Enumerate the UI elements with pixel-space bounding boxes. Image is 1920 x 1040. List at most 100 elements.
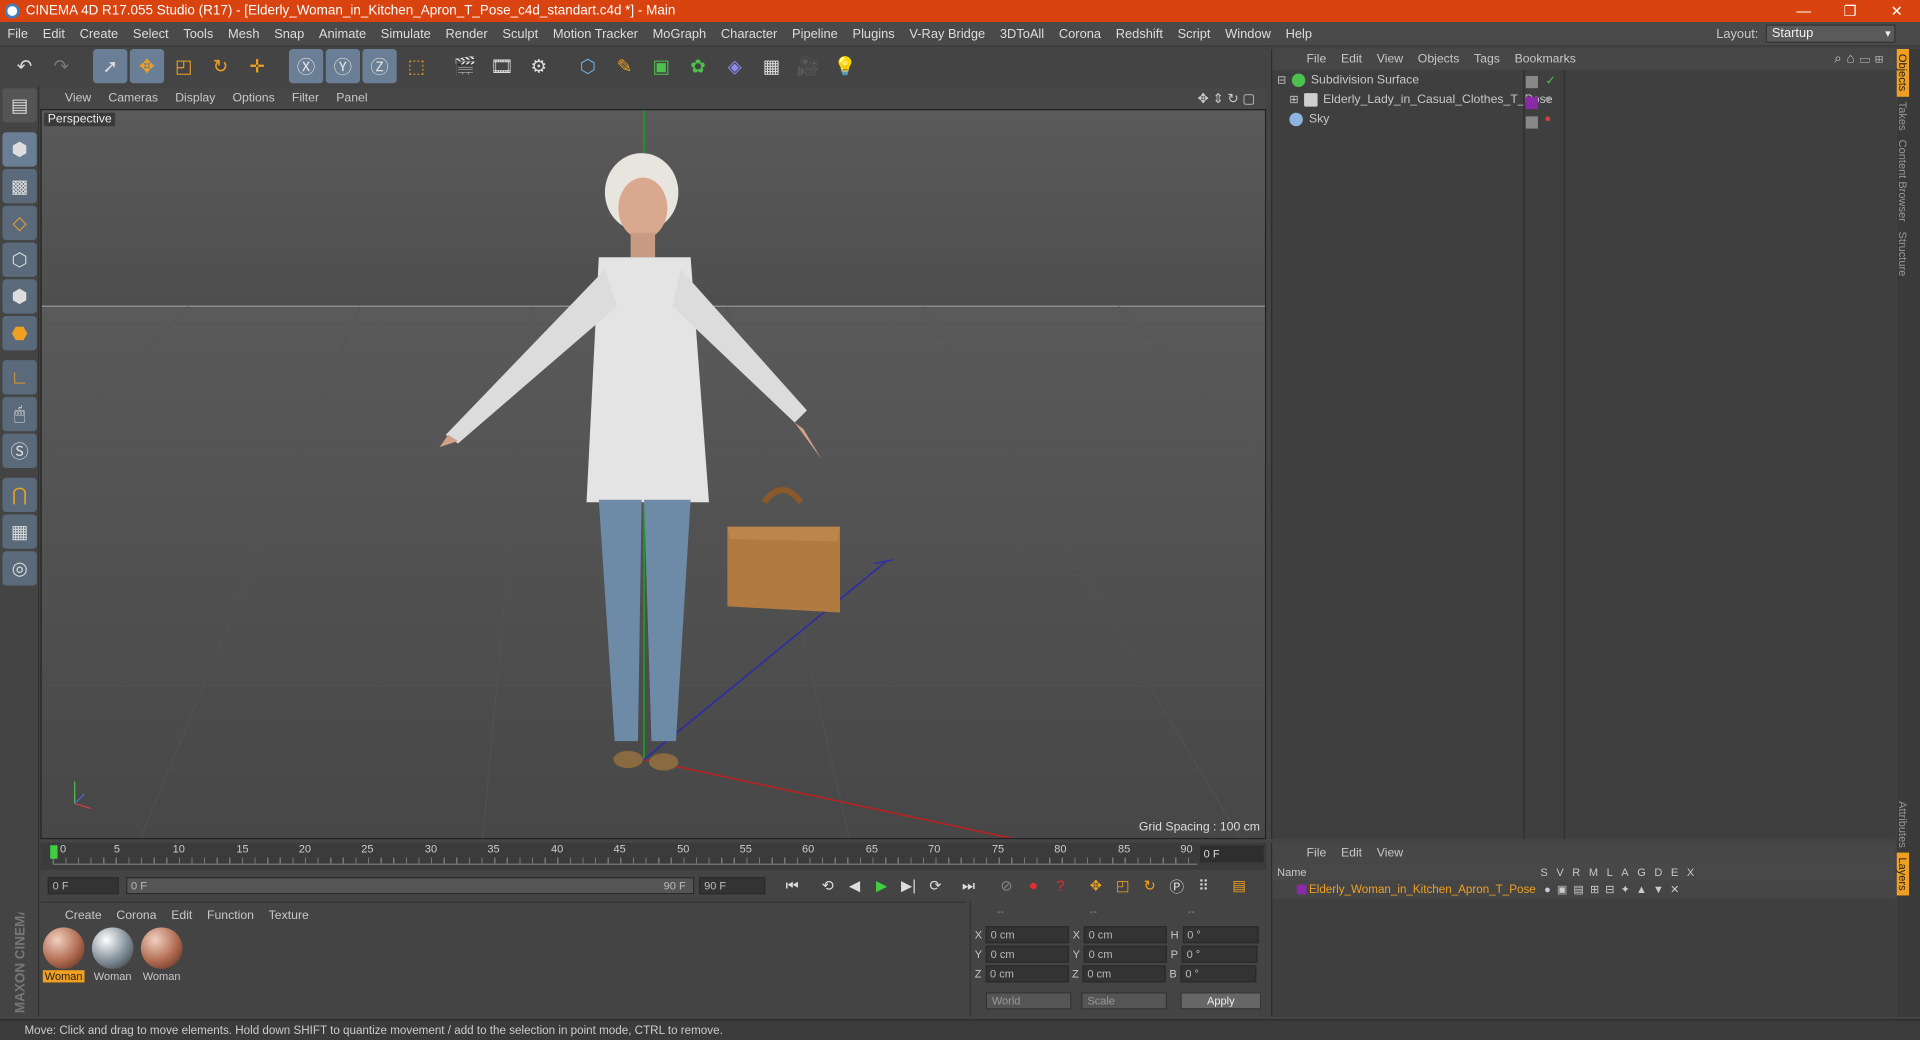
frame-range-slider[interactable]: 0 F 90 F (126, 877, 695, 895)
snapping-icon[interactable]: ⋂ (2, 477, 37, 513)
material-menu-function[interactable]: Function (207, 908, 254, 921)
deformer-icon[interactable]: ◈ (718, 49, 752, 83)
menu-edit[interactable]: Edit (35, 26, 72, 41)
material-menu-texture[interactable]: Texture (269, 908, 309, 921)
rotation-h-field[interactable]: 0 ° (1182, 926, 1259, 944)
subdivision-generator-icon[interactable]: ▣ (644, 49, 678, 83)
layer-col-xref[interactable]: X (1687, 866, 1694, 878)
om-menu-view[interactable]: View (1377, 53, 1403, 66)
expand-icon[interactable]: ⊞ (1289, 92, 1298, 105)
play-icon[interactable]: ▶ (869, 875, 893, 897)
live-selection-icon[interactable]: ➚ (93, 49, 128, 84)
side-tab-layers[interactable]: Layers (1896, 852, 1909, 896)
timeline-window-icon[interactable]: ▤ (1227, 875, 1251, 897)
lm-menu-view[interactable]: View (1377, 846, 1403, 859)
previous-frame-icon[interactable]: ◀ (842, 875, 866, 897)
side-tab-attributes[interactable]: Attributes (1897, 796, 1909, 852)
menu-tools[interactable]: Tools (176, 26, 221, 41)
layer-col-view[interactable]: V (1556, 866, 1563, 878)
menu-corona[interactable]: Corona (1052, 26, 1109, 41)
om-menu-tags[interactable]: Tags (1474, 53, 1500, 66)
viewport-menu-filter[interactable]: Filter (292, 92, 319, 105)
size-y-field[interactable]: 0 cm (1083, 945, 1167, 963)
redo-icon[interactable]: ↷ (44, 49, 78, 83)
planar-workplane-icon[interactable]: ◎ (2, 551, 37, 586)
menu-character[interactable]: Character (714, 26, 785, 41)
material-swatch[interactable]: Woman (42, 927, 85, 983)
next-frame-icon[interactable]: ▶| (896, 875, 920, 897)
layer-col-expressions[interactable]: E (1671, 866, 1678, 878)
collapse-icon[interactable]: ⊟ (1277, 73, 1286, 86)
position-y-field[interactable]: 0 cm (985, 945, 1070, 963)
texture-mode-icon[interactable]: ▩ (2, 169, 37, 204)
om-menu-objects[interactable]: Objects (1418, 53, 1460, 66)
rotate-tool-icon[interactable]: ↻ (203, 49, 237, 83)
position-x-field[interactable]: 0 cm (985, 926, 1070, 944)
layer-tag-icon[interactable] (1525, 116, 1538, 129)
menu-plugins[interactable]: Plugins (845, 26, 902, 41)
object-row-subdivision-surface[interactable]: ⊟ Subdivision Surface (1272, 70, 1895, 90)
move-tool-icon[interactable]: ✥ (129, 49, 165, 84)
key-rotation-icon[interactable]: ↻ (1138, 875, 1162, 897)
rotation-p-field[interactable]: 0 ° (1181, 945, 1258, 963)
edit-render-settings-icon[interactable]: ⚙ (522, 49, 556, 83)
workplane-lock-icon[interactable]: ▦ (2, 514, 37, 549)
lm-menu-file[interactable]: File (1307, 846, 1327, 859)
visibility-dot-icon[interactable] (1545, 96, 1551, 102)
restore-icon[interactable]: ❐ (1827, 0, 1874, 22)
coordinate-system-icon[interactable]: ⬚ (399, 49, 433, 83)
om-menu-file[interactable]: File (1307, 53, 1327, 66)
menu-help[interactable]: Help (1278, 26, 1319, 41)
coordinate-space-dropdown[interactable]: World (985, 992, 1072, 1010)
render-to-picture-viewer-icon[interactable]: 🎞 (485, 49, 519, 83)
om-menu-bookmarks[interactable]: Bookmarks (1515, 53, 1576, 66)
menu-animate[interactable]: Animate (312, 26, 374, 41)
layer-color-swatch[interactable] (1525, 96, 1538, 110)
next-key-icon[interactable]: ⟳ (923, 875, 947, 897)
close-icon[interactable]: ✕ (1873, 0, 1920, 22)
menu-window[interactable]: Window (1218, 26, 1278, 41)
menu-create[interactable]: Create (72, 26, 125, 41)
current-frame-field[interactable]: 0 F (1200, 845, 1264, 863)
key-position-icon[interactable]: ✥ (1084, 875, 1108, 897)
visibility-dot-icon[interactable] (1545, 116, 1551, 122)
perspective-viewport[interactable]: Perspective Grid Spacing : 100 cm (40, 109, 1267, 840)
om-menu-edit[interactable]: Edit (1341, 53, 1362, 66)
go-to-end-icon[interactable]: ⏭ (956, 875, 980, 897)
viewport-menu-options[interactable]: Options (233, 92, 275, 105)
menu-vray-bridge[interactable]: V-Ray Bridge (902, 26, 992, 41)
layer-col-manager[interactable]: M (1589, 866, 1598, 878)
x-axis-icon[interactable]: Ⓧ (288, 49, 324, 84)
make-editable-icon[interactable]: ▤ (2, 88, 37, 123)
menu-snap[interactable]: Snap (267, 26, 312, 41)
position-z-field[interactable]: 0 cm (985, 965, 1069, 983)
y-axis-icon[interactable]: Ⓨ (325, 49, 361, 84)
layer-col-deformers[interactable]: D (1654, 866, 1662, 878)
light-icon[interactable]: 💡 (828, 49, 862, 83)
model-mode-icon[interactable]: ⬢ (2, 132, 37, 167)
menu-file[interactable]: File (0, 26, 35, 41)
material-swatch[interactable]: Woman (91, 927, 134, 982)
size-z-field[interactable]: 0 cm (1082, 965, 1166, 983)
object-row-sky[interactable]: Sky (1272, 109, 1895, 129)
viewport-menu-view[interactable]: View (65, 92, 91, 105)
autokey-icon[interactable]: ⏺ (1021, 875, 1045, 897)
menu-sculpt[interactable]: Sculpt (495, 26, 545, 41)
viewport-nav-icons[interactable]: ✥⇕↻▢ (1198, 91, 1259, 107)
start-frame-field[interactable]: 0 F (47, 877, 119, 895)
axis-mode-icon[interactable]: ∟ (2, 360, 37, 395)
edges-mode-icon[interactable]: ⬢ (2, 279, 37, 314)
material-menu-corona[interactable]: Corona (116, 908, 156, 921)
timeline-ruler[interactable]: 0 5 10 15 20 25 30 35 40 45 50 55 60 65 … (40, 842, 1267, 870)
layer-tag-icon[interactable] (1525, 75, 1538, 89)
key-parameter-icon[interactable]: Ⓟ (1164, 875, 1188, 897)
layer-col-solo[interactable]: S (1540, 866, 1547, 878)
layer-col-animation[interactable]: A (1621, 866, 1628, 878)
go-to-start-icon[interactable]: ⏮ (780, 875, 804, 897)
layer-color-swatch[interactable] (1296, 884, 1307, 895)
enabled-check-icon[interactable]: ✓ (1545, 75, 1560, 88)
layer-col-locked[interactable]: L (1607, 866, 1613, 878)
viewport-menu-panel[interactable]: Panel (336, 92, 367, 105)
viewport-menu-cameras[interactable]: Cameras (108, 92, 158, 105)
side-tab-content-browser[interactable]: Content Browser (1897, 135, 1909, 227)
